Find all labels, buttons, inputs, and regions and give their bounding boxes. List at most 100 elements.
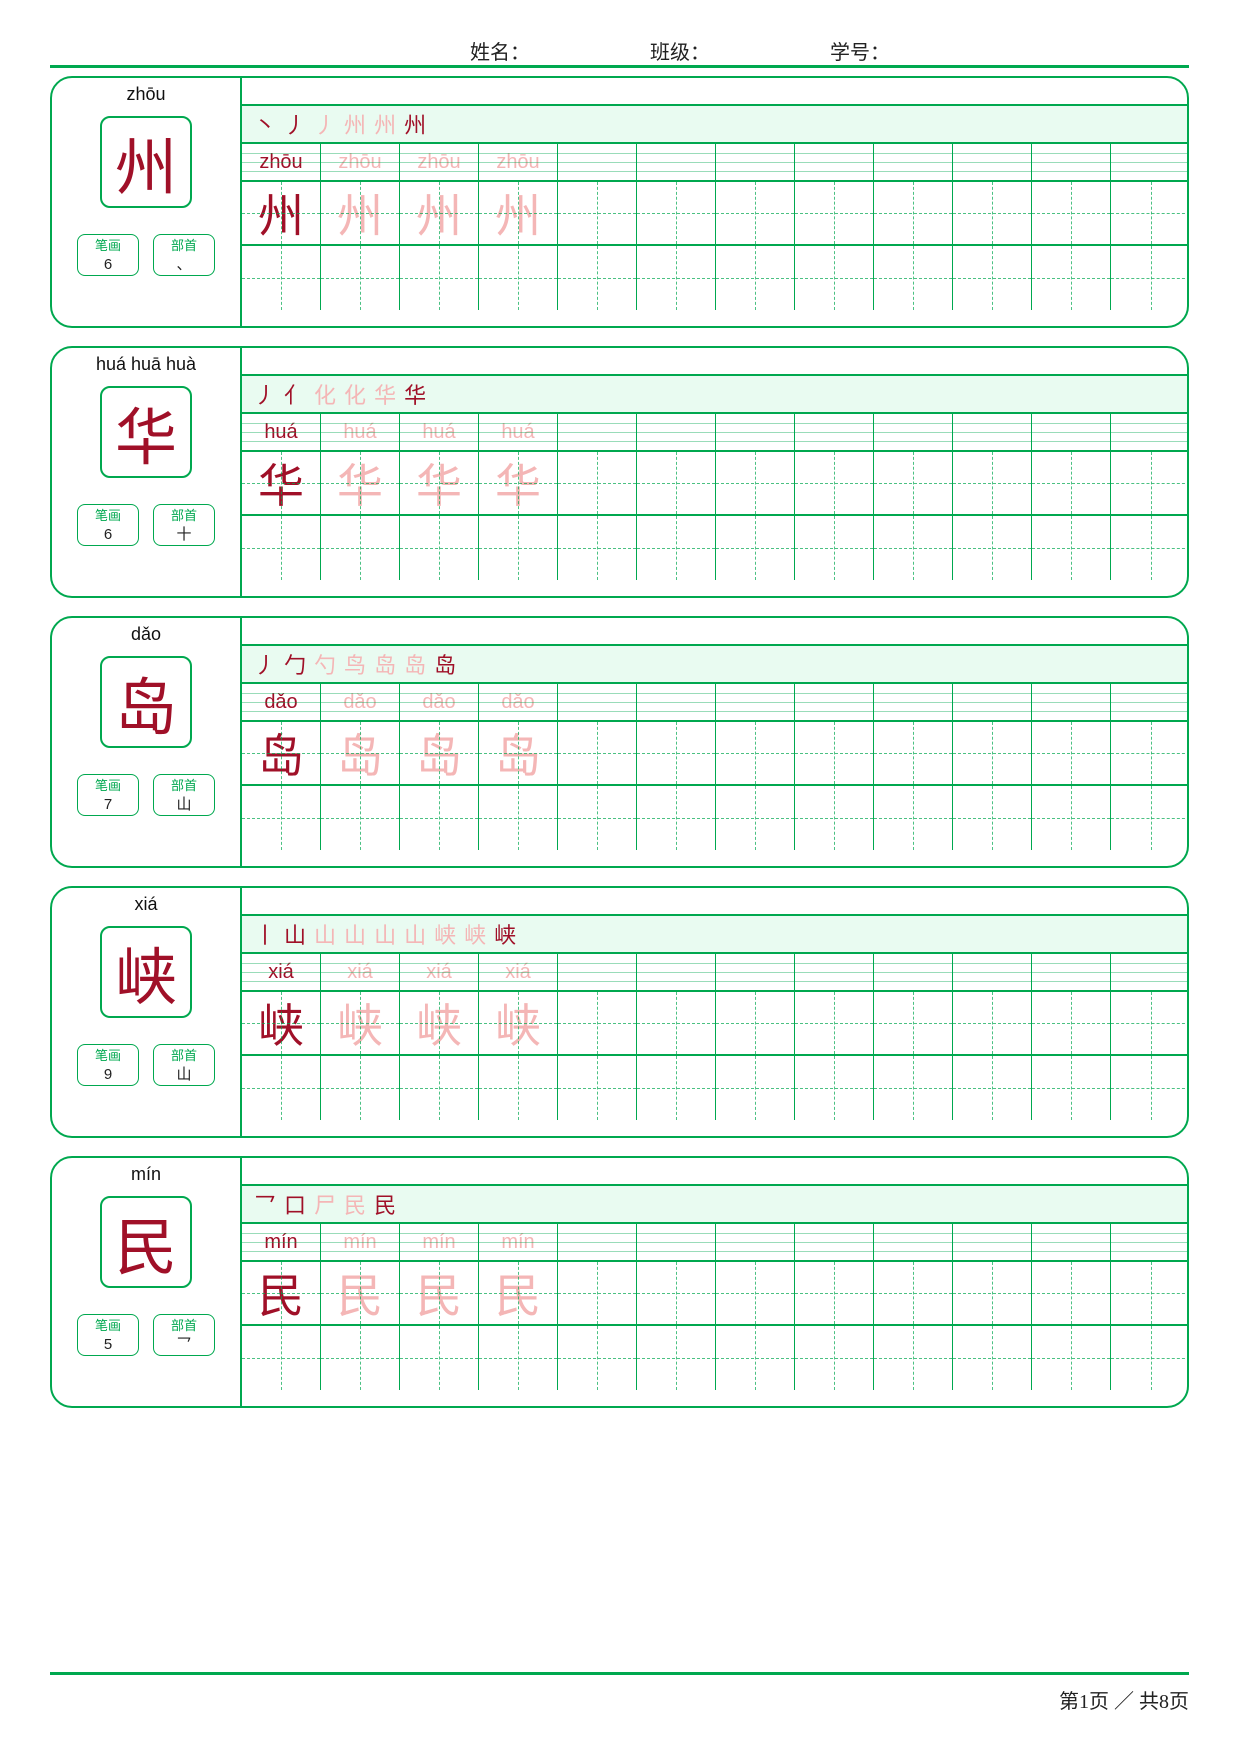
pinyin-cell[interactable]: huá (242, 414, 321, 450)
pinyin-cell[interactable] (795, 1224, 874, 1260)
char-cell[interactable] (953, 992, 1032, 1054)
practice-cell[interactable] (795, 246, 874, 310)
pinyin-cell[interactable]: xiá (479, 954, 558, 990)
pinyin-cell[interactable] (637, 144, 716, 180)
practice-cell[interactable] (400, 516, 479, 580)
practice-cell[interactable] (795, 1056, 874, 1120)
practice-cell[interactable] (874, 1056, 953, 1120)
pinyin-cell[interactable] (874, 1224, 953, 1260)
pinyin-cell[interactable] (953, 954, 1032, 990)
char-cell[interactable] (1032, 182, 1111, 244)
pinyin-cell[interactable]: huá (400, 414, 479, 450)
char-cell[interactable] (1032, 1262, 1111, 1324)
char-cell[interactable] (716, 452, 795, 514)
practice-cell[interactable] (558, 516, 637, 580)
pinyin-cell[interactable] (1111, 684, 1189, 720)
practice-cell[interactable] (795, 786, 874, 850)
practice-cell[interactable] (716, 1056, 795, 1120)
char-cell[interactable] (716, 992, 795, 1054)
practice-cell[interactable] (716, 516, 795, 580)
pinyin-cell[interactable]: zhōu (321, 144, 400, 180)
pinyin-cell[interactable] (637, 684, 716, 720)
practice-cell[interactable] (1111, 1056, 1189, 1120)
pinyin-cell[interactable] (874, 684, 953, 720)
practice-cell[interactable] (795, 516, 874, 580)
practice-cell[interactable] (479, 246, 558, 310)
char-cell[interactable] (558, 722, 637, 784)
practice-cell[interactable] (479, 516, 558, 580)
pinyin-cell[interactable]: mín (400, 1224, 479, 1260)
pinyin-cell[interactable] (953, 414, 1032, 450)
pinyin-cell[interactable] (558, 1224, 637, 1260)
practice-cell[interactable] (242, 516, 321, 580)
pinyin-cell[interactable] (953, 144, 1032, 180)
practice-cell[interactable] (953, 786, 1032, 850)
practice-cell[interactable] (637, 516, 716, 580)
char-cell[interactable] (637, 1262, 716, 1324)
pinyin-cell[interactable] (1032, 684, 1111, 720)
pinyin-cell[interactable] (1032, 1224, 1111, 1260)
pinyin-cell[interactable] (637, 1224, 716, 1260)
pinyin-cell[interactable]: mín (242, 1224, 321, 1260)
char-cell[interactable] (874, 182, 953, 244)
practice-cell[interactable] (558, 1326, 637, 1390)
char-cell[interactable] (1111, 452, 1189, 514)
pinyin-cell[interactable] (716, 1224, 795, 1260)
practice-cell[interactable] (953, 1056, 1032, 1120)
char-cell[interactable] (637, 722, 716, 784)
char-cell[interactable]: 民 (242, 1262, 321, 1324)
pinyin-cell[interactable] (716, 144, 795, 180)
practice-cell[interactable] (716, 1326, 795, 1390)
char-cell[interactable] (1032, 722, 1111, 784)
char-cell[interactable] (716, 182, 795, 244)
pinyin-cell[interactable]: dǎo (321, 684, 400, 720)
pinyin-cell[interactable] (953, 1224, 1032, 1260)
pinyin-cell[interactable] (558, 144, 637, 180)
pinyin-cell[interactable]: dǎo (400, 684, 479, 720)
char-cell[interactable] (1111, 992, 1189, 1054)
pinyin-cell[interactable] (1111, 144, 1189, 180)
char-cell[interactable] (1032, 452, 1111, 514)
char-cell[interactable]: 华 (321, 452, 400, 514)
char-cell[interactable]: 州 (400, 182, 479, 244)
char-cell[interactable] (1111, 182, 1189, 244)
char-cell[interactable]: 峡 (400, 992, 479, 1054)
class-label[interactable]: 班级： (650, 36, 710, 65)
practice-cell[interactable] (953, 516, 1032, 580)
pinyin-cell[interactable]: xiá (321, 954, 400, 990)
pinyin-cell[interactable] (558, 954, 637, 990)
pinyin-cell[interactable]: dǎo (242, 684, 321, 720)
char-cell[interactable] (558, 992, 637, 1054)
char-cell[interactable] (795, 452, 874, 514)
practice-cell[interactable] (558, 1056, 637, 1120)
pinyin-cell[interactable] (1111, 1224, 1189, 1260)
pinyin-cell[interactable]: mín (321, 1224, 400, 1260)
practice-cell[interactable] (716, 246, 795, 310)
pinyin-cell[interactable] (716, 414, 795, 450)
practice-cell[interactable] (874, 1326, 953, 1390)
practice-cell[interactable] (321, 1056, 400, 1120)
char-cell[interactable] (874, 722, 953, 784)
practice-cell[interactable] (321, 1326, 400, 1390)
char-cell[interactable] (558, 1262, 637, 1324)
practice-cell[interactable] (1111, 786, 1189, 850)
char-cell[interactable]: 峡 (321, 992, 400, 1054)
pinyin-cell[interactable] (716, 684, 795, 720)
char-cell[interactable]: 民 (400, 1262, 479, 1324)
practice-cell[interactable] (242, 246, 321, 310)
name-label[interactable]: 姓名： (470, 36, 530, 65)
char-cell[interactable] (795, 182, 874, 244)
pinyin-cell[interactable] (637, 414, 716, 450)
practice-cell[interactable] (242, 786, 321, 850)
char-cell[interactable] (1032, 992, 1111, 1054)
char-cell[interactable]: 州 (321, 182, 400, 244)
char-cell[interactable]: 华 (400, 452, 479, 514)
practice-cell[interactable] (1032, 786, 1111, 850)
char-cell[interactable]: 民 (479, 1262, 558, 1324)
pinyin-cell[interactable]: zhōu (242, 144, 321, 180)
pinyin-cell[interactable]: zhōu (400, 144, 479, 180)
pinyin-cell[interactable] (716, 954, 795, 990)
practice-cell[interactable] (637, 1326, 716, 1390)
pinyin-cell[interactable]: xiá (400, 954, 479, 990)
practice-cell[interactable] (400, 246, 479, 310)
